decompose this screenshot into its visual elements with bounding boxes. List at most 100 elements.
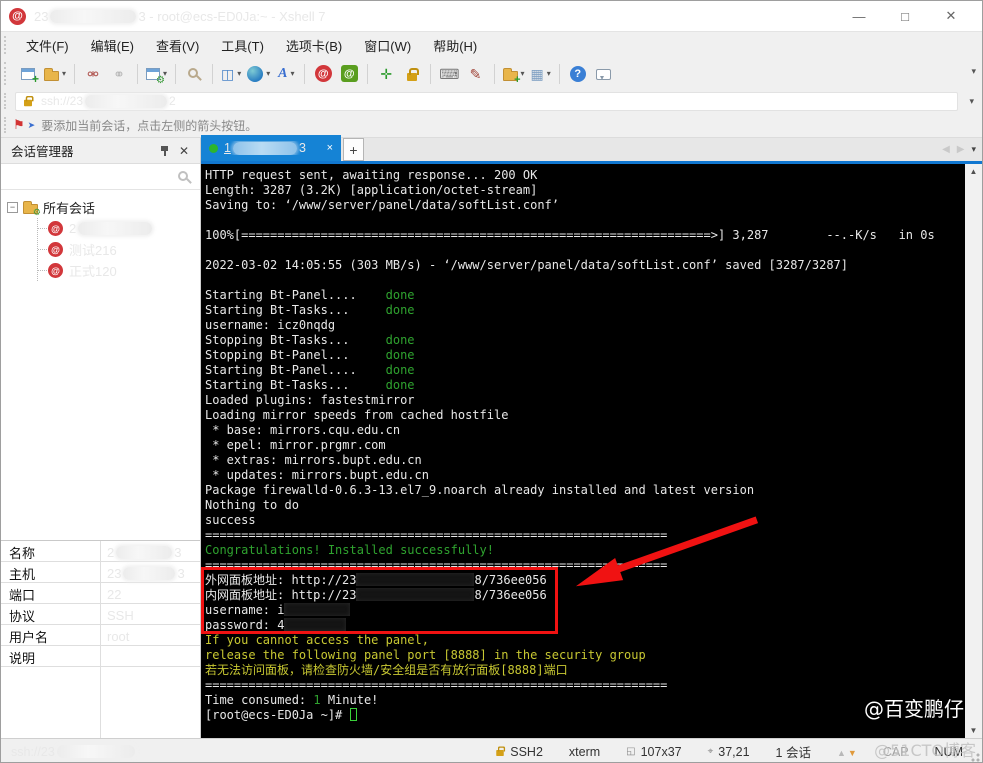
scroll-down-icon[interactable]: ▼ bbox=[970, 723, 978, 738]
dropdown-arrow-icon[interactable]: ▾ bbox=[266, 69, 270, 78]
close-panel-button[interactable]: ✕ bbox=[174, 141, 194, 161]
font-color-button[interactable]: A ▾ bbox=[273, 61, 299, 87]
address-dropdown-arrow[interactable]: ▾ bbox=[969, 96, 974, 107]
tab-scroll-right-icon[interactable]: ▶ bbox=[957, 144, 965, 155]
minimize-button[interactable]: — bbox=[836, 2, 882, 30]
open-in-browser-button[interactable]: ▾ bbox=[244, 61, 273, 87]
text-segment: 23 bbox=[34, 8, 49, 24]
property-label: 名称 bbox=[1, 541, 101, 561]
terminal[interactable]: HTTP request sent, awaiting response... … bbox=[201, 164, 982, 738]
toolbar-overflow-arrow[interactable]: ▾ bbox=[971, 66, 976, 77]
menu-item-5[interactable]: 窗口(W) bbox=[353, 32, 422, 59]
terminal-type[interactable]: xterm bbox=[556, 744, 613, 760]
session-properties-icon bbox=[146, 67, 165, 86]
text-segment: done bbox=[385, 348, 415, 362]
menu-item-1[interactable]: 编辑(E) bbox=[80, 32, 145, 59]
session-properties-button[interactable]: ▾ bbox=[143, 61, 170, 87]
fullscreen-button[interactable]: ✛ bbox=[373, 61, 399, 87]
session-icon: @ bbox=[48, 242, 63, 257]
protocol-indicator[interactable]: SSH2 bbox=[482, 744, 556, 760]
statusbar-item-label: 1 会话 bbox=[775, 746, 811, 760]
text-segment: 22 bbox=[107, 586, 122, 602]
disconnect-button[interactable]: ⚮ bbox=[80, 61, 106, 87]
dropdown-arrow-icon[interactable]: ▾ bbox=[237, 69, 241, 78]
new-session-button[interactable] bbox=[15, 61, 41, 87]
tab-nav-controls: ◀ ▶ ▾ bbox=[942, 144, 976, 155]
menu-item-3[interactable]: 工具(T) bbox=[210, 32, 275, 59]
cursor-position[interactable]: ⌖ 37,21 bbox=[695, 744, 763, 760]
text-segment: 100%[===================================… bbox=[205, 228, 935, 242]
compose-button[interactable]: ✎ bbox=[463, 61, 489, 87]
toolbar-separator bbox=[74, 63, 76, 84]
tile-windows-button[interactable]: ▦ ▾ bbox=[528, 61, 554, 87]
session-item-2[interactable]: @ 测试216 bbox=[38, 239, 200, 260]
terminal-line-24: success bbox=[205, 513, 961, 528]
updown-icons: ▲ ▼ bbox=[837, 745, 857, 759]
xftp-button[interactable]: @ bbox=[336, 61, 362, 87]
session-search-input[interactable] bbox=[9, 167, 177, 186]
terminal-scrollbar[interactable]: ▲ ▼ bbox=[965, 164, 982, 738]
address-url: ssh://23 2 bbox=[41, 94, 176, 108]
lock-icon bbox=[407, 67, 419, 81]
text-segment: done bbox=[385, 288, 415, 302]
lock-screen-button[interactable] bbox=[399, 61, 425, 87]
property-value: SSH bbox=[101, 604, 200, 624]
text-segment: 2 bbox=[169, 94, 176, 108]
property-row-0: 名称 2 3 bbox=[1, 541, 200, 562]
scroll-up-icon[interactable]: ▲ bbox=[970, 164, 978, 179]
session-properties-grid: 名称 2 3 主机 23 3 端口 22 协议 SSH 用户名 root 说明 bbox=[1, 540, 200, 738]
annotation-red-box bbox=[201, 567, 558, 634]
close-button[interactable]: ✕ bbox=[928, 2, 974, 30]
dropdown-arrow-icon[interactable]: ▾ bbox=[521, 69, 525, 78]
terminal-size[interactable]: ◱ 107x37 bbox=[613, 744, 694, 760]
text-segment: 测试216 bbox=[69, 243, 117, 258]
maximize-button[interactable]: □ bbox=[882, 2, 928, 30]
scroll-down-icon[interactable]: ▼ bbox=[848, 748, 857, 758]
session-item-1[interactable]: @2 bbox=[38, 218, 200, 239]
dropdown-arrow-icon[interactable]: ▾ bbox=[290, 69, 294, 78]
lock-icon bbox=[496, 746, 506, 756]
new-folder-button[interactable]: ▾ bbox=[500, 61, 528, 87]
window-controls: — □ ✕ bbox=[836, 2, 974, 30]
dropdown-arrow-icon[interactable]: ▾ bbox=[62, 69, 66, 78]
tab-close-icon[interactable]: × bbox=[327, 142, 333, 154]
text-segment: 若无法访问面板，请检查防火墙/安全组是否有放行面板[8888]端口 bbox=[205, 663, 568, 677]
xshell-button[interactable]: @ bbox=[310, 61, 336, 87]
address-field[interactable]: ssh://23 2 bbox=[15, 91, 958, 111]
scroll-buttons[interactable]: ▲ ▼ bbox=[824, 744, 870, 760]
tab-scroll-left-icon[interactable]: ◀ bbox=[942, 144, 950, 155]
property-value bbox=[101, 646, 200, 666]
dropdown-arrow-icon[interactable]: ▾ bbox=[547, 69, 551, 78]
menu-item-6[interactable]: 帮助(H) bbox=[422, 32, 488, 59]
menu-item-2[interactable]: 查看(V) bbox=[145, 32, 210, 59]
broken-link-icon: ⚮ bbox=[87, 65, 99, 82]
menu-item-0[interactable]: 文件(F) bbox=[15, 32, 80, 59]
new-tab-button[interactable]: + bbox=[343, 138, 364, 161]
open-session-button[interactable]: ▾ bbox=[41, 61, 69, 87]
scroll-up-icon[interactable]: ▲ bbox=[837, 748, 846, 758]
tree-collapse-icon[interactable]: − bbox=[7, 201, 18, 213]
reconnect-button[interactable]: ⚭ bbox=[106, 61, 132, 87]
text-segment: Loaded plugins: fastestmirror bbox=[205, 393, 415, 407]
pin-panel-button[interactable] bbox=[154, 141, 174, 161]
statusbar-url: ssh://23 bbox=[11, 745, 482, 759]
menu-item-4[interactable]: 选项卡(B) bbox=[275, 32, 353, 59]
session-count[interactable]: 1 会话 bbox=[763, 744, 824, 760]
redaction-blur bbox=[85, 94, 168, 108]
tab-session-active[interactable]: 13 × bbox=[201, 135, 341, 161]
help-button[interactable]: ? bbox=[565, 61, 591, 87]
terminal-line-37: [root@ecs-ED0Ja ~]# bbox=[205, 708, 961, 723]
session-item-3[interactable]: @ 正式120 bbox=[38, 260, 200, 281]
terminal-line-21: * updates: mirrors.bupt.edu.cn bbox=[205, 468, 961, 483]
find-button[interactable] bbox=[181, 61, 207, 87]
session-icon: @ bbox=[48, 221, 63, 236]
tab-list-dropdown-icon[interactable]: ▾ bbox=[971, 144, 976, 155]
layout-button[interactable]: ◫ ▾ bbox=[218, 61, 244, 87]
statusbar-item-label: SSH2 bbox=[510, 744, 543, 759]
tree-root-all-sessions[interactable]: − 所有会话 bbox=[7, 196, 200, 218]
message-button[interactable] bbox=[591, 61, 617, 87]
pin-icon bbox=[159, 145, 169, 157]
property-label: 说明 bbox=[1, 646, 101, 666]
virtual-keyboard-button[interactable]: ⌨ bbox=[436, 61, 462, 87]
property-label: 端口 bbox=[1, 583, 101, 603]
